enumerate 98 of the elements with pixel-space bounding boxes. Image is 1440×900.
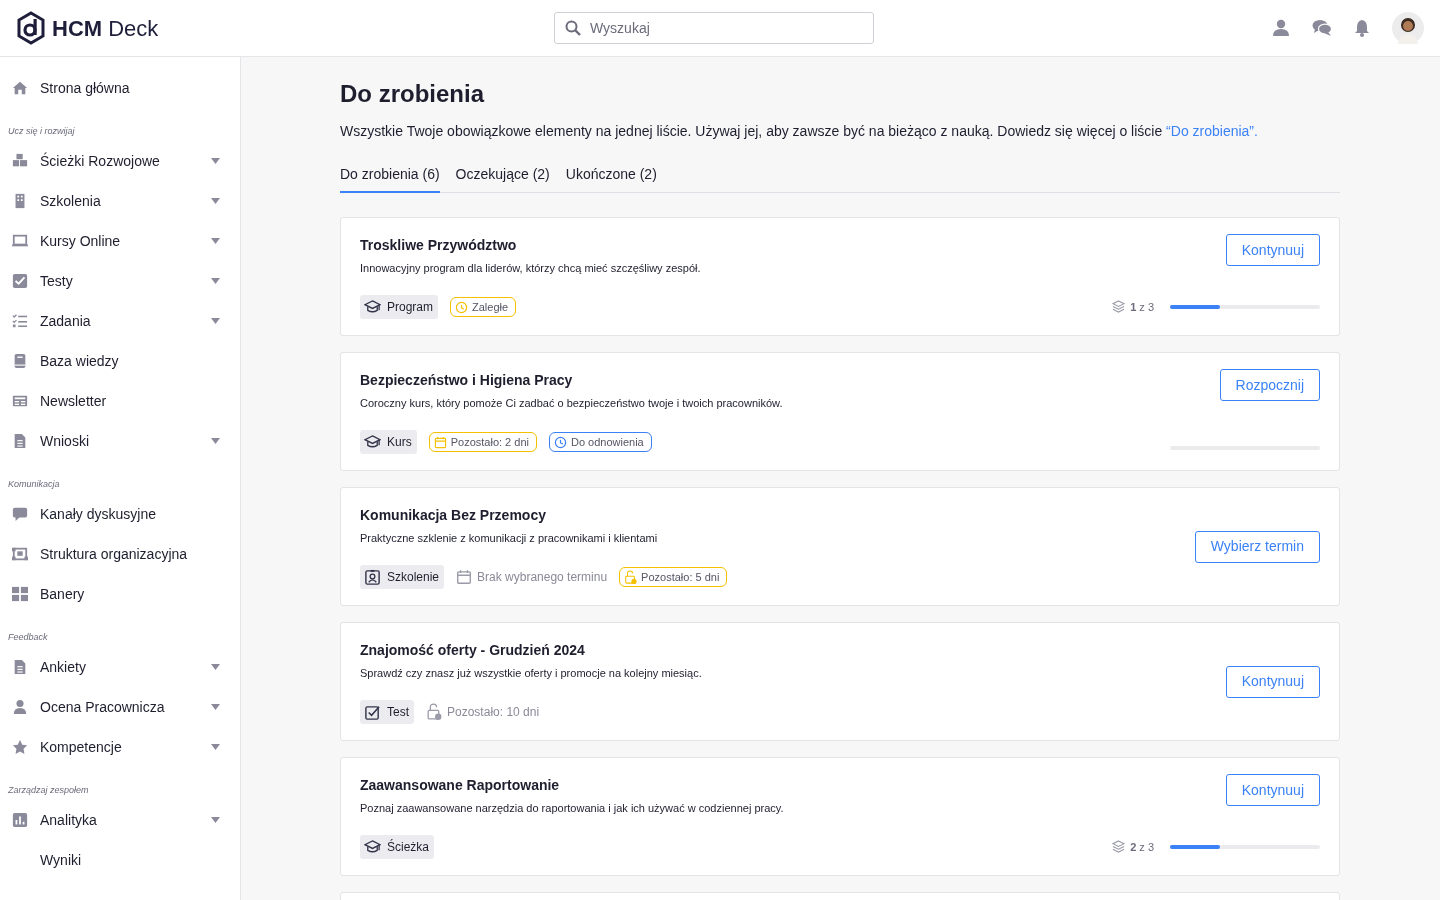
caret-icon[interactable] bbox=[211, 158, 220, 164]
checkbox-icon bbox=[12, 273, 28, 289]
progress-reading: 2 z 3 bbox=[1130, 839, 1154, 855]
clock-icon bbox=[455, 300, 468, 314]
sidebar-item[interactable]: Analityka bbox=[40, 809, 199, 831]
clock-icon bbox=[553, 435, 567, 449]
search-field[interactable]: Wyszukaj bbox=[554, 12, 874, 44]
newspaper-icon bbox=[12, 393, 28, 409]
sidebar-item[interactable]: Testy bbox=[40, 270, 199, 292]
sidebar-item[interactable]: Wyniki bbox=[40, 849, 220, 871]
sidebar-item[interactable]: Kompetencje bbox=[40, 736, 199, 758]
caret-icon[interactable] bbox=[211, 278, 220, 284]
layers-icon bbox=[1112, 840, 1126, 854]
caret-icon[interactable] bbox=[211, 817, 220, 823]
card-description: Innowacyjny program dla liderów, którzy chcą mieć szczęśliwy zespół. bbox=[360, 261, 702, 276]
calendar-icon bbox=[456, 569, 473, 585]
tag-text: Pozostało: 10 dni bbox=[447, 704, 540, 721]
type-label: Kurs bbox=[387, 434, 412, 451]
card-description: Poznaj zaawansowane narzędzia do raportowania i jak ich używać w codziennej pracy. bbox=[360, 801, 785, 816]
diagram-icon bbox=[12, 546, 28, 562]
card-title: Znajomość oferty - Grudzień 2024 bbox=[360, 641, 586, 660]
caret-icon[interactable] bbox=[211, 438, 220, 444]
action-button[interactable]: Kontynuuj bbox=[1225, 665, 1320, 698]
status-badge: Zaległe bbox=[450, 297, 517, 317]
card-title: Zaawansowane Raportowanie bbox=[360, 776, 561, 795]
status-badge: Do odnowienia bbox=[548, 432, 652, 452]
caret-icon[interactable] bbox=[211, 744, 220, 750]
checkbox-icon bbox=[364, 703, 381, 721]
sidebar-item[interactable]: Banery bbox=[40, 583, 220, 605]
sidebar-item[interactable]: Ocena Pracownicza bbox=[40, 696, 199, 718]
logo-icon bbox=[16, 11, 46, 45]
sidebar-item[interactable]: Newsletter bbox=[40, 390, 220, 412]
bell-icon[interactable] bbox=[1354, 19, 1370, 37]
card-description: Coroczny kurs, który pomoże Ci zadbać o bezpieczeństwo twoje i twoich pracowników. bbox=[360, 396, 784, 411]
card-description: Praktyczne szklenie z komunikacji z pracownikami i klientami bbox=[360, 531, 659, 546]
home-icon bbox=[12, 80, 28, 96]
calendar-icon bbox=[433, 435, 447, 449]
card-title: Troskliwe Przywództwo bbox=[360, 236, 518, 255]
card-title: Bezpieczeństwo i Higiena Pracy bbox=[360, 371, 574, 390]
lock-icon bbox=[624, 569, 638, 585]
lock-icon bbox=[426, 703, 442, 721]
sidebar-item[interactable]: Strona główna bbox=[40, 77, 220, 99]
page-title: Do zrobienia bbox=[340, 79, 486, 109]
intro-text: Wszystkie Twoje obowiązkowe elementy na jednej liście. Używaj jej, aby zawsze być na bieżąco z nauką. Dowiedz się więcej o liście “Do zrobienia”. bbox=[340, 122, 1259, 141]
id-badge-icon bbox=[364, 568, 381, 586]
grid-icon bbox=[12, 586, 28, 602]
bar-chart-icon bbox=[12, 812, 28, 828]
type-label: Ścieżka bbox=[387, 838, 430, 856]
sidebar-item[interactable]: Kanały dyskusyjne bbox=[40, 503, 220, 525]
card-description: Sprawdź czy znasz już wszystkie oferty i promocje na kolejny miesiąc. bbox=[360, 666, 703, 681]
caret-icon[interactable] bbox=[211, 664, 220, 670]
section-label: Feedback bbox=[8, 630, 48, 644]
tab[interactable]: Oczekujące (2) bbox=[455, 164, 550, 193]
section-label: Komunikacja bbox=[8, 477, 60, 491]
type-label: Program bbox=[387, 299, 433, 316]
progress-reading: 1 z 3 bbox=[1130, 299, 1154, 315]
user-icon[interactable] bbox=[1272, 19, 1290, 37]
speech-bubble-icon bbox=[12, 506, 28, 522]
tab[interactable]: Do zrobienia (6) bbox=[340, 164, 440, 193]
person-icon bbox=[12, 699, 28, 715]
sidebar-item[interactable]: Baza wiedzy bbox=[40, 350, 220, 372]
laptop-icon bbox=[12, 233, 28, 249]
sidebar-item[interactable]: Szkolenia bbox=[40, 190, 199, 212]
sidebar-item[interactable]: Zadania bbox=[40, 310, 199, 332]
action-button[interactable]: Kontynuuj bbox=[1225, 774, 1320, 806]
sidebar-item[interactable]: Struktura organizacyjna bbox=[40, 543, 220, 565]
search-icon bbox=[565, 20, 581, 36]
layers-icon bbox=[1112, 300, 1126, 314]
tab[interactable]: Ukończone (2) bbox=[565, 164, 657, 193]
section-label: Zarządzaj zespołem bbox=[8, 783, 89, 797]
sidebar-item[interactable]: Ścieżki Rozwojowe bbox=[40, 150, 199, 172]
section-label: Ucz się i rozwijaj bbox=[8, 124, 75, 138]
avatar[interactable] bbox=[1392, 12, 1424, 44]
caret-icon[interactable] bbox=[211, 704, 220, 710]
caret-icon[interactable] bbox=[211, 238, 220, 244]
status-badge: Pozostało: 2 dni bbox=[428, 432, 537, 452]
document-icon bbox=[12, 659, 28, 675]
action-button[interactable]: Rozpocznij bbox=[1219, 369, 1320, 401]
tag-text: Brak wybranego terminu bbox=[477, 569, 608, 586]
card-title: Komunikacja Bez Przemocy bbox=[360, 506, 547, 525]
document-icon bbox=[12, 433, 28, 449]
cubes-icon bbox=[12, 153, 28, 169]
sidebar-item[interactable]: Kursy Online bbox=[40, 230, 199, 252]
book-icon bbox=[12, 353, 28, 369]
logo-text: HCM Deck bbox=[52, 14, 159, 43]
action-button[interactable]: Kontynuuj bbox=[1225, 234, 1320, 266]
caret-icon[interactable] bbox=[211, 318, 220, 324]
sidebar-item[interactable]: Ankiety bbox=[40, 656, 199, 678]
checklist-icon bbox=[12, 313, 28, 329]
chat-icon[interactable] bbox=[1312, 19, 1332, 37]
action-button[interactable]: Wybierz termin bbox=[1194, 530, 1320, 563]
star-icon bbox=[12, 739, 28, 755]
link[interactable]: “Do zrobienia”. bbox=[1166, 123, 1258, 139]
type-label: Szkolenie bbox=[387, 569, 440, 586]
status-badge: Pozostało: 5 dni bbox=[619, 567, 728, 587]
type-label: Test bbox=[387, 704, 409, 721]
sidebar-item[interactable]: Wnioski bbox=[40, 430, 199, 452]
caret-icon[interactable] bbox=[211, 198, 220, 204]
